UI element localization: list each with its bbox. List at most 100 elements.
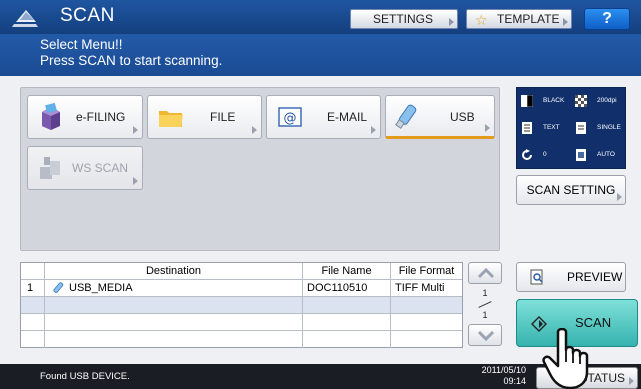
email-icon: @	[278, 107, 302, 127]
empty-cell	[303, 331, 391, 348]
color-mode-label: BLACK	[543, 97, 565, 104]
expand-arrow-icon	[449, 18, 454, 26]
column-header-index	[21, 263, 45, 280]
efiling-icon	[42, 102, 60, 130]
expand-arrow-icon	[133, 177, 138, 185]
destination-table: Destination File Name File Format 1 USB_…	[20, 262, 463, 348]
expand-arrow-icon	[371, 126, 376, 134]
empty-cell	[21, 297, 45, 314]
row-index: 1	[21, 280, 45, 297]
template-button[interactable]: ☆ TEMPLATE	[466, 9, 572, 29]
usb-icon	[53, 282, 64, 293]
scan-setting-label: SCAN SETTING	[526, 183, 616, 197]
current-page: 1	[482, 288, 488, 298]
resolution-indicator: 200dpi	[575, 90, 625, 112]
table-row[interactable]: 1 USB_MEDIA DOC110510 TIFF Multi	[21, 280, 462, 297]
status-message: Found USB DEVICE.	[40, 371, 130, 382]
agent-ws-scan-button[interactable]: WS SCAN	[27, 146, 143, 190]
help-button[interactable]: ?	[584, 8, 630, 30]
scan-logo-icon	[12, 10, 38, 27]
empty-cell	[45, 297, 303, 314]
page-title: SCAN	[60, 5, 115, 26]
single-sided-icon	[576, 122, 586, 134]
destination-name: USB_MEDIA	[69, 282, 133, 294]
chevron-down-icon	[477, 330, 495, 342]
hand-pointer-icon	[542, 328, 589, 389]
chevron-up-icon	[477, 267, 495, 279]
agent-efiling-button[interactable]: e-FILING	[27, 95, 143, 139]
clock: 2011/05/10 09:14	[466, 365, 526, 387]
column-header-file-name: File Name	[303, 263, 391, 280]
expand-arrow-icon	[252, 126, 257, 134]
auto-size-icon	[576, 149, 586, 161]
agent-label: e-FILING	[76, 110, 126, 124]
agent-usb-button[interactable]: USB	[385, 95, 495, 139]
agent-file-button[interactable]: FILE	[147, 95, 262, 139]
empty-cell	[391, 314, 462, 331]
resolution-label: 200dpi	[597, 97, 617, 104]
table-header-row: Destination File Name File Format	[21, 263, 462, 280]
black-mode-icon	[521, 95, 533, 107]
agent-label: FILE	[210, 110, 236, 124]
scan-setting-button[interactable]: SCAN SETTING	[516, 175, 626, 205]
resolution-icon	[575, 95, 587, 107]
text-mode-icon	[522, 122, 532, 134]
expand-arrow-icon	[629, 377, 634, 385]
expand-arrow-icon	[133, 126, 138, 134]
empty-cell	[391, 331, 462, 348]
template-label: TEMPLATE	[497, 12, 560, 26]
page-navigator: 1 1	[466, 262, 506, 348]
empty-cell	[45, 314, 303, 331]
page-down-button[interactable]	[468, 324, 502, 346]
sides-label: SINGLE	[597, 124, 621, 131]
color-mode-indicator: BLACK	[521, 90, 573, 112]
table-row-empty[interactable]	[21, 331, 462, 348]
empty-cell	[21, 314, 45, 331]
size-indicator: AUTO	[575, 144, 625, 166]
agent-label: USB	[450, 110, 475, 124]
folder-icon	[159, 111, 183, 127]
original-mode-label: TEXT	[543, 124, 560, 131]
star-icon: ☆	[475, 12, 488, 28]
empty-cell	[303, 297, 391, 314]
agent-label: E-MAIL	[327, 110, 368, 124]
usb-icon	[395, 104, 417, 129]
table-row-empty[interactable]	[21, 314, 462, 331]
expand-arrow-icon	[563, 18, 568, 26]
column-header-destination: Destination	[45, 263, 303, 280]
original-mode-indicator: TEXT	[521, 117, 573, 139]
ws-scan-icon	[40, 157, 60, 179]
sides-indicator: SINGLE	[575, 117, 625, 139]
rotate-icon	[522, 149, 532, 160]
agent-email-button[interactable]: @ E-MAIL	[266, 95, 381, 139]
expand-arrow-icon	[617, 193, 622, 201]
column-header-file-format: File Format	[398, 265, 455, 277]
clock-date: 2011/05/10	[481, 365, 526, 375]
title-bar: SCAN SETTINGS ☆ TEMPLATE ?	[0, 0, 641, 34]
message-area: Select Menu!! Press SCAN to start scanni…	[0, 34, 641, 76]
total-pages: 1	[482, 310, 488, 320]
size-label: AUTO	[597, 151, 615, 158]
scan-settings-summary: BLACK 200dpi TEXT SINGLE 0 AUTO	[516, 87, 626, 169]
page-up-button[interactable]	[468, 262, 502, 284]
settings-label: SETTINGS	[373, 12, 434, 26]
empty-cell	[21, 331, 45, 348]
clock-time: 09:14	[503, 376, 526, 386]
preview-icon	[530, 269, 543, 285]
agent-label: WS SCAN	[72, 161, 129, 175]
table-row-empty[interactable]	[21, 297, 462, 314]
empty-cell	[45, 331, 303, 348]
page-divider	[478, 301, 492, 308]
empty-cell	[391, 297, 462, 314]
rotation-label: 0	[543, 151, 547, 158]
preview-button[interactable]: PREVIEW	[516, 262, 626, 292]
settings-button[interactable]: SETTINGS	[350, 9, 458, 29]
svg-text:@: @	[284, 111, 297, 126]
message-line-2: Press SCAN to start scanning.	[40, 53, 223, 68]
rotation-indicator: 0	[521, 144, 573, 166]
message-line-1: Select Menu!!	[40, 37, 123, 52]
empty-cell	[303, 314, 391, 331]
row-file-format: TIFF Multi	[395, 282, 445, 294]
row-destination: USB_MEDIA	[45, 280, 303, 297]
preview-label: PREVIEW	[567, 270, 623, 284]
